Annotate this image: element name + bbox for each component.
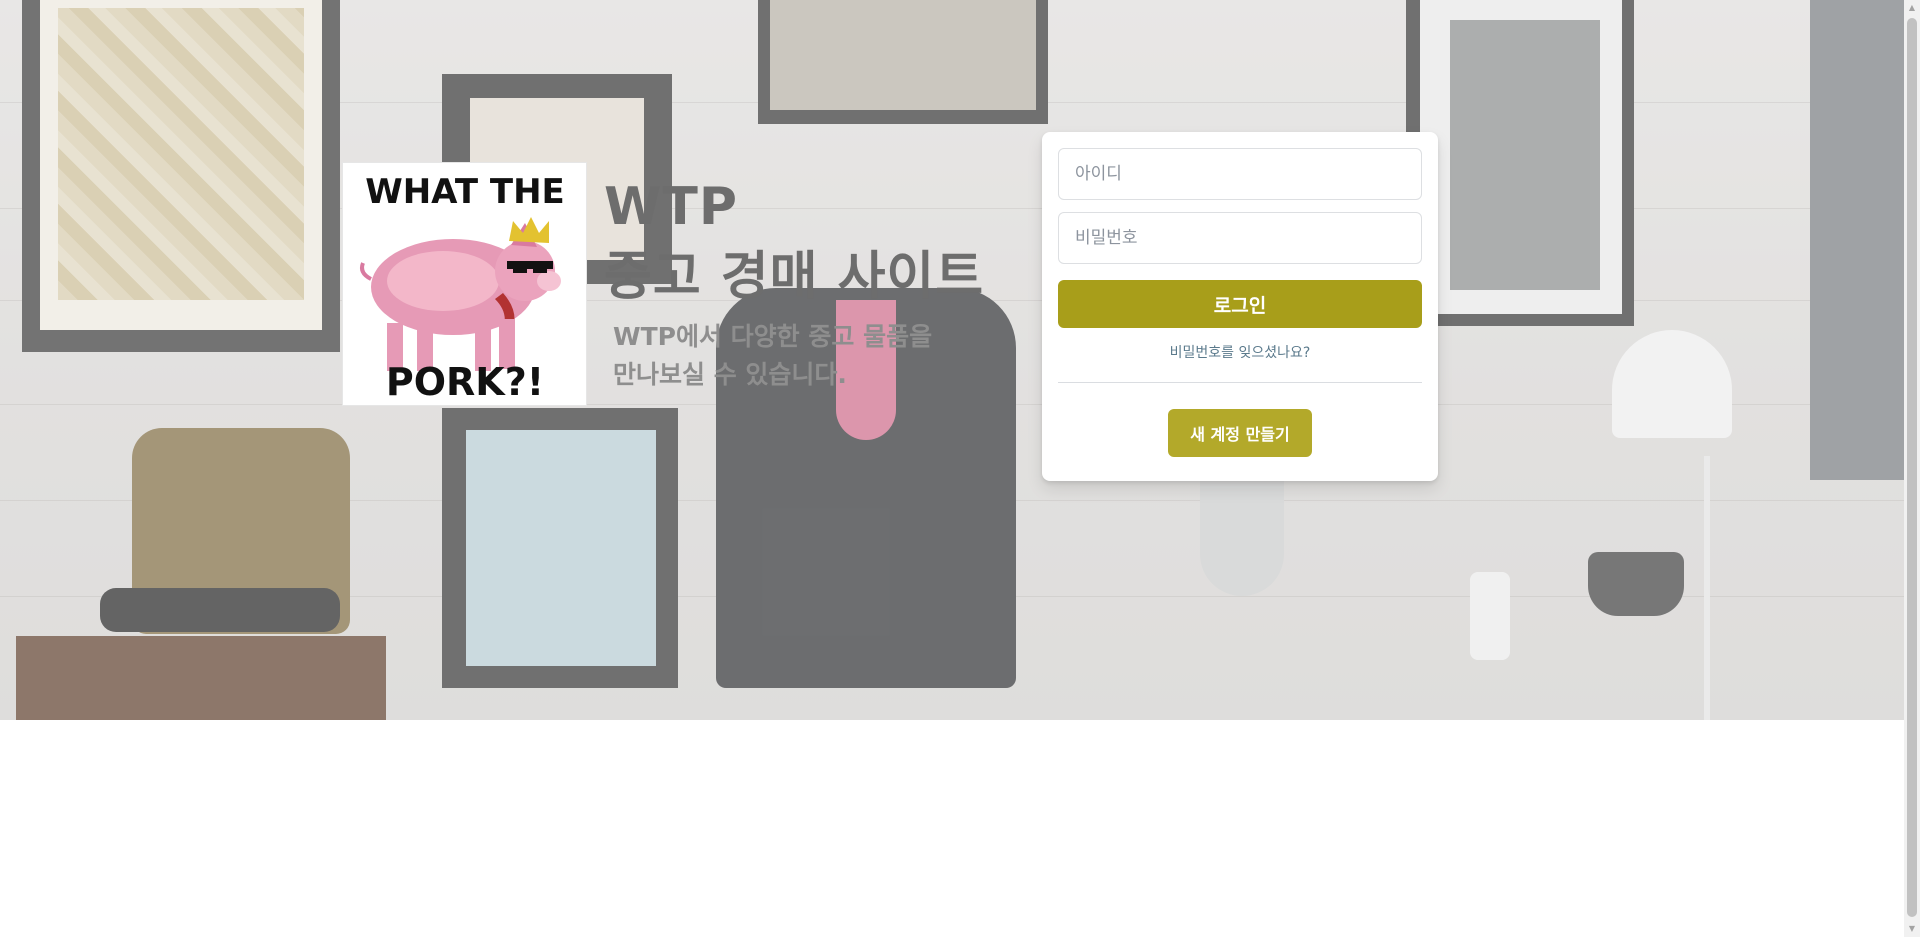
hero-background (0, 0, 1904, 720)
scrollbar-thumb[interactable] (1907, 18, 1917, 917)
title-line-1: WTP (604, 177, 738, 237)
divider (1058, 382, 1422, 383)
logo-text-bottom: PORK?! (386, 360, 544, 404)
site-logo: WHAT THE PORK?! (342, 162, 587, 406)
password-input[interactable] (1058, 212, 1422, 264)
arrow-down-icon[interactable]: ▼ (1904, 921, 1920, 937)
subtitle-line-1: WTP에서 다양한 중고 물품을 (613, 322, 933, 351)
arrow-up-icon[interactable]: ▲ (1904, 0, 1920, 16)
id-input[interactable] (1058, 148, 1422, 200)
forgot-password-link[interactable]: 비밀번호를 잊으셨나요? (1042, 342, 1438, 362)
subtitle-line-2: 만나보실 수 있습니다. (613, 360, 847, 389)
logo-text-top: WHAT THE (365, 172, 565, 212)
page-title: WTP 중고 경매 사이트 (604, 172, 984, 312)
page-subtitle: WTP에서 다양한 중고 물품을 만나보실 수 있습니다. (613, 318, 932, 394)
pig-logo-icon: WHAT THE PORK?! (360, 172, 565, 404)
page-scrollbar[interactable]: ▲ ▼ (1904, 0, 1920, 937)
title-line-2: 중고 경매 사이트 (604, 247, 985, 307)
login-card: 로그인 비밀번호를 잊으셨나요? 새 계정 만들기 (1042, 132, 1438, 481)
login-button[interactable]: 로그인 (1058, 280, 1422, 328)
create-account-button[interactable]: 새 계정 만들기 (1168, 409, 1312, 457)
